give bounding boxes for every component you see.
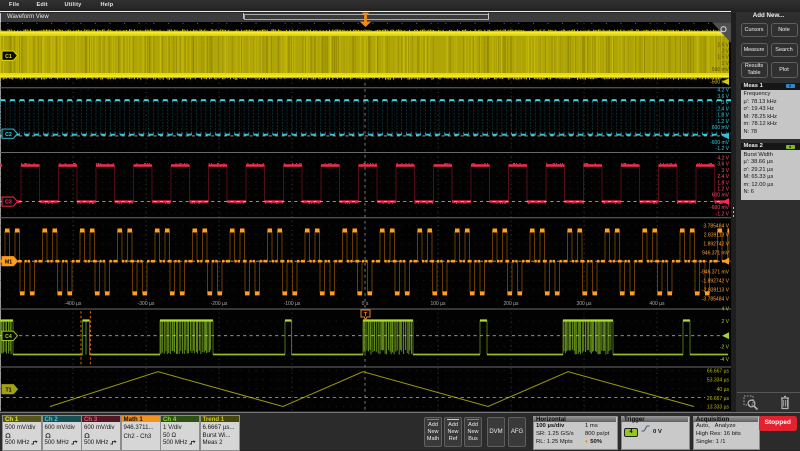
svg-text:1 V: 1 V — [721, 61, 729, 67]
svg-text:4.2 V: 4.2 V — [717, 155, 729, 161]
svg-text:C3: C3 — [5, 199, 12, 205]
svg-text:3 V: 3 V — [721, 168, 729, 174]
svg-text:2 V: 2 V — [721, 48, 729, 54]
svg-text:-100 µs: -100 µs — [284, 301, 301, 307]
svg-text:40 µs: 40 µs — [717, 387, 730, 393]
svg-text:400 µs: 400 µs — [649, 301, 665, 307]
svg-text:-1.892742 V: -1.892742 V — [702, 278, 730, 284]
svg-text:200 µs: 200 µs — [503, 301, 519, 307]
svg-text:3.6 V: 3.6 V — [717, 94, 729, 100]
svg-text:0 s: 0 s — [362, 301, 369, 307]
svg-text:2.4 V: 2.4 V — [717, 174, 729, 180]
svg-text:300 µs: 300 µs — [576, 301, 592, 307]
svg-text:-2 V: -2 V — [720, 344, 730, 350]
svg-text:4.2 V: 4.2 V — [717, 87, 729, 93]
svg-text:1.5 V: 1.5 V — [717, 54, 729, 60]
svg-text:-1.2 V: -1.2 V — [716, 146, 730, 152]
svg-text:946.371 mV: 946.371 mV — [702, 250, 730, 256]
svg-text:-400 µs: -400 µs — [65, 301, 82, 307]
svg-text:3.6 V: 3.6 V — [717, 161, 729, 167]
svg-text:2.4 V: 2.4 V — [717, 106, 729, 112]
svg-text:T1: T1 — [5, 387, 11, 393]
svg-text:-200 µs: -200 µs — [211, 301, 228, 307]
svg-text:-1.2 V: -1.2 V — [716, 211, 730, 217]
svg-text:13.333 µs: 13.333 µs — [707, 404, 730, 410]
svg-text:1.892742 V: 1.892742 V — [703, 241, 729, 247]
svg-text:53.334 µs: 53.334 µs — [707, 377, 730, 383]
svg-text:4 V: 4 V — [721, 306, 729, 312]
svg-text:3.785484 V: 3.785484 V — [703, 223, 729, 229]
svg-text:M1: M1 — [5, 259, 12, 265]
svg-text:-500 mV: -500 mV — [710, 79, 730, 85]
svg-text:66.667 µs: 66.667 µs — [707, 368, 730, 374]
svg-text:26.667 µs: 26.667 µs — [707, 396, 730, 402]
svg-text:1.2 V: 1.2 V — [717, 186, 729, 192]
svg-text:3 V: 3 V — [721, 100, 729, 106]
svg-text:C4: C4 — [5, 334, 12, 340]
svg-text:2.5 V: 2.5 V — [717, 42, 729, 48]
svg-text:-4 V: -4 V — [720, 357, 730, 363]
svg-text:2.839113 V: 2.839113 V — [704, 232, 730, 238]
svg-text:100 µs: 100 µs — [430, 301, 446, 307]
svg-text:1.8 V: 1.8 V — [717, 180, 729, 186]
svg-text:C2: C2 — [5, 132, 12, 138]
svg-text:600 mV: 600 mV — [712, 192, 730, 198]
svg-text:600 mV: 600 mV — [712, 125, 730, 131]
svg-text:500 mV: 500 mV — [712, 67, 730, 73]
svg-text:1.8 V: 1.8 V — [717, 112, 729, 118]
svg-text:1.2 V: 1.2 V — [717, 119, 729, 125]
svg-text:-600 mV: -600 mV — [710, 140, 730, 146]
svg-text:-3.785484 V: -3.785484 V — [702, 296, 730, 302]
svg-text:-300 µs: -300 µs — [138, 301, 155, 307]
svg-text:C1: C1 — [5, 54, 12, 60]
svg-text:T: T — [364, 312, 368, 318]
svg-text:-2.839113 V: -2.839113 V — [702, 287, 730, 293]
svg-text:-600 mV: -600 mV — [710, 205, 730, 211]
svg-text:-946.371 mV: -946.371 mV — [700, 269, 729, 275]
svg-text:2 V: 2 V — [721, 319, 729, 325]
